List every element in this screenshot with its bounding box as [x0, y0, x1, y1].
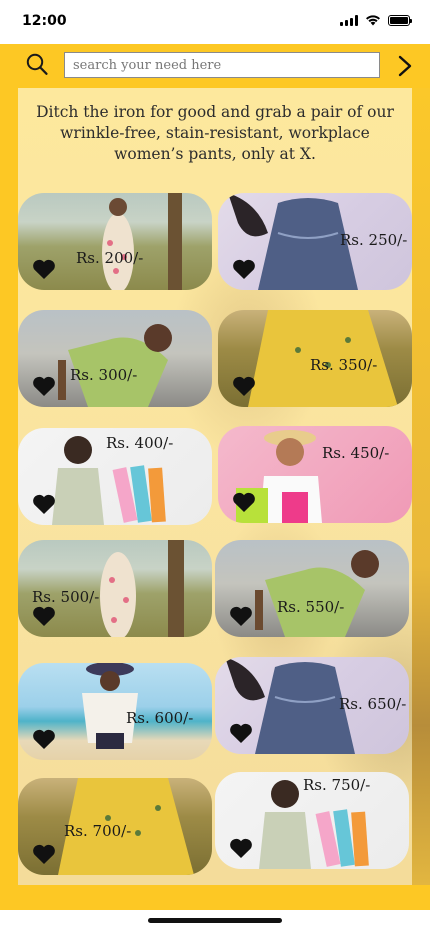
product-price: Rs. 650/- [339, 695, 407, 713]
product-card[interactable]: Rs. 400/- [18, 428, 212, 525]
heart-icon[interactable] [32, 493, 56, 515]
product-price: Rs. 600/- [126, 709, 194, 727]
product-card[interactable]: Rs. 700/- [18, 778, 212, 875]
product-card[interactable]: Rs. 600/- [18, 663, 212, 760]
search-bar [0, 44, 430, 88]
product-price: Rs. 200/- [76, 249, 144, 267]
product-card[interactable]: Rs. 650/- [215, 657, 409, 754]
heart-icon[interactable] [32, 258, 56, 280]
product-price: Rs. 250/- [340, 231, 408, 249]
search-input[interactable] [64, 52, 380, 78]
heart-icon[interactable] [32, 375, 56, 397]
heart-icon[interactable] [232, 491, 256, 513]
heart-icon[interactable] [229, 605, 253, 627]
product-card[interactable]: Rs. 350/- [218, 310, 412, 407]
product-price: Rs. 550/- [277, 598, 345, 616]
product-price: Rs. 500/- [32, 588, 100, 606]
product-card[interactable]: Rs. 250/- [218, 193, 412, 290]
heart-icon[interactable] [232, 258, 256, 280]
banner-headline: Ditch the iron for good and grab a pair … [36, 103, 394, 163]
product-panel: Ditch the iron for good and grab a pair … [18, 88, 412, 885]
product-card[interactable]: Rs. 200/- [18, 193, 212, 290]
cellular-signal-icon [340, 14, 358, 26]
product-card[interactable]: Rs. 550/- [215, 540, 409, 637]
status-time: 12:00 [22, 13, 67, 29]
product-card[interactable]: Rs. 300/- [18, 310, 212, 407]
product-price: Rs. 300/- [70, 366, 138, 384]
right-margin [412, 88, 430, 885]
product-card[interactable]: Rs. 750/- [215, 772, 409, 869]
left-margin [0, 88, 18, 885]
product-card[interactable]: Rs. 500/- [18, 540, 212, 637]
search-icon[interactable] [24, 52, 50, 78]
heart-icon[interactable] [232, 375, 256, 397]
chevron-right-icon[interactable] [396, 54, 414, 78]
battery-icon [388, 14, 412, 26]
wifi-icon [366, 15, 380, 26]
status-icons [340, 14, 412, 26]
product-price: Rs. 350/- [310, 356, 378, 374]
heart-icon[interactable] [229, 722, 253, 744]
home-indicator[interactable] [148, 918, 282, 923]
heart-icon[interactable] [32, 728, 56, 750]
product-price: Rs. 400/- [106, 434, 174, 452]
heart-icon[interactable] [32, 843, 56, 865]
heart-icon[interactable] [32, 605, 56, 627]
product-price: Rs. 750/- [303, 776, 371, 794]
product-price: Rs. 700/- [64, 822, 132, 840]
heart-icon[interactable] [229, 837, 253, 859]
product-price: Rs. 450/- [322, 444, 390, 462]
product-card[interactable]: Rs. 450/- [218, 426, 412, 523]
status-bar: 12:00 [0, 0, 430, 44]
